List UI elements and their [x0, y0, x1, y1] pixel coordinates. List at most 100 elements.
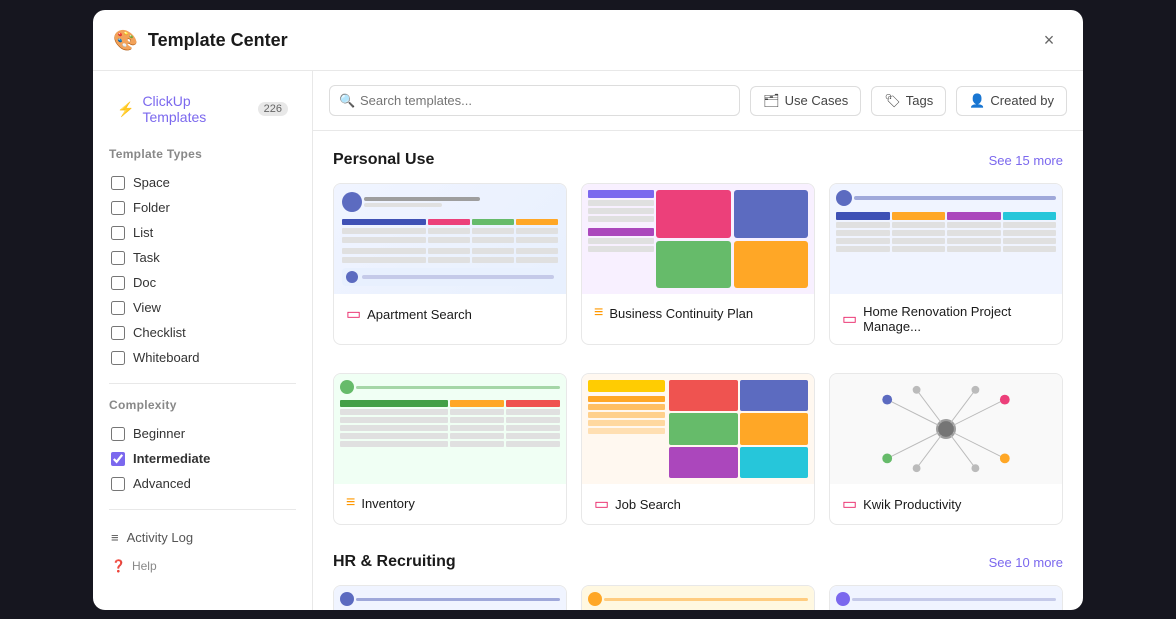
modal-title: Template Center [148, 30, 288, 51]
template-card-inventory[interactable]: ≡ Inventory [333, 373, 567, 525]
checkbox-whiteboard[interactable] [111, 351, 125, 365]
personal-use-row2: ≡ Inventory [333, 373, 1063, 525]
help-icon: ❓ [111, 559, 126, 573]
main-content: 🔍 🗂 Use Cases 🏷 Tags 👤 Created by [313, 71, 1083, 610]
personal-use-row1: ▭ Apartment Search [333, 183, 1063, 345]
use-cases-filter[interactable]: 🗂 Use Cases [750, 86, 861, 116]
template-type-icon-job: ▭ [594, 494, 609, 514]
hr-see-more[interactable]: See 10 more [989, 555, 1063, 570]
templates-scroll[interactable]: Personal Use See 15 more [313, 131, 1083, 610]
template-name-business: Business Continuity Plan [609, 306, 753, 321]
checkbox-complexity-intermediate[interactable] [111, 452, 125, 466]
template-type-icon-business: ≡ [594, 304, 603, 322]
template-card-hr2[interactable] [581, 585, 815, 610]
template-card-job-search[interactable]: ▭ Job Search [581, 373, 815, 525]
complexity-heading: Complexity [109, 398, 296, 412]
template-type-view[interactable]: View [109, 296, 296, 319]
sidebar-divider-2 [109, 509, 296, 510]
checkbox-space[interactable] [111, 176, 125, 190]
hr-section-header: HR & Recruiting See 10 more [333, 553, 1063, 571]
template-type-task[interactable]: Task [109, 246, 296, 269]
template-preview-hr3 [830, 586, 1062, 610]
label-space: Space [133, 175, 170, 190]
modal-body: ⚡ ClickUp Templates 226 Template Types S… [93, 71, 1083, 610]
template-card-home-renovation[interactable]: ▭ Home Renovation Project Manage... [829, 183, 1063, 345]
tags-label: Tags [906, 93, 933, 108]
label-doc: Doc [133, 275, 156, 290]
template-info-inventory: ≡ Inventory [334, 484, 566, 522]
label-complexity-intermediate: Intermediate [133, 451, 210, 466]
activity-log-item[interactable]: ≡ Activity Log [109, 524, 296, 551]
tags-filter[interactable]: 🏷 Tags [871, 86, 946, 116]
template-info-job: ▭ Job Search [582, 484, 814, 524]
modal-logo-icon: 🎨 [113, 28, 138, 53]
checkbox-complexity-beginner[interactable] [111, 427, 125, 441]
template-type-space[interactable]: Space [109, 171, 296, 194]
use-cases-label: Use Cases [785, 93, 849, 108]
checkbox-list[interactable] [111, 226, 125, 240]
search-input[interactable] [329, 85, 740, 116]
personal-use-see-more[interactable]: See 15 more [989, 153, 1063, 168]
template-type-list[interactable]: List [109, 221, 296, 244]
template-preview-business [582, 184, 814, 294]
created-by-label: Created by [990, 93, 1054, 108]
template-preview-inventory [334, 374, 566, 484]
checkbox-complexity-advanced[interactable] [111, 477, 125, 491]
close-button[interactable]: × [1035, 26, 1063, 54]
checkbox-folder[interactable] [111, 201, 125, 215]
template-types-heading: Template Types [109, 147, 296, 161]
template-card-apartment-search[interactable]: ▭ Apartment Search [333, 183, 567, 345]
complexity-beginner[interactable]: Beginner [109, 422, 296, 445]
help-label: Help [132, 559, 157, 573]
template-type-icon-home: ▭ [842, 309, 857, 329]
modal-header: 🎨 Template Center × [93, 10, 1083, 71]
label-whiteboard: Whiteboard [133, 350, 199, 365]
checkbox-view[interactable] [111, 301, 125, 315]
template-type-icon-kwik: ▭ [842, 494, 857, 514]
created-by-filter[interactable]: 👤 Created by [956, 86, 1067, 116]
template-name-inventory: Inventory [361, 496, 414, 511]
label-complexity-advanced: Advanced [133, 476, 191, 491]
clickup-templates-count: 226 [258, 102, 288, 116]
activity-log-label: Activity Log [127, 530, 193, 545]
hr-title: HR & Recruiting [333, 553, 456, 571]
checkbox-task[interactable] [111, 251, 125, 265]
template-type-folder[interactable]: Folder [109, 196, 296, 219]
template-preview-apartment [334, 184, 566, 294]
template-preview-job [582, 374, 814, 484]
template-card-kwik-productivity[interactable]: ▭ Kwik Productivity [829, 373, 1063, 525]
activity-log-icon: ≡ [111, 530, 119, 545]
label-folder: Folder [133, 200, 170, 215]
template-card-hr1[interactable] [333, 585, 567, 610]
sidebar: ⚡ ClickUp Templates 226 Template Types S… [93, 71, 313, 610]
template-preview-hr2 [582, 586, 814, 610]
template-preview-hr1 [334, 586, 566, 610]
template-type-icon-inventory: ≡ [346, 494, 355, 512]
complexity-intermediate[interactable]: Intermediate [109, 447, 296, 470]
tags-icon: 🏷 [884, 93, 901, 109]
search-bar: 🔍 🗂 Use Cases 🏷 Tags 👤 Created by [313, 71, 1083, 131]
template-name-job: Job Search [615, 497, 681, 512]
template-type-checklist[interactable]: Checklist [109, 321, 296, 344]
search-icon: 🔍 [339, 93, 355, 109]
template-types-list: Space Folder ListTask Doc View Checklist White… [109, 171, 296, 369]
checkbox-checklist[interactable] [111, 326, 125, 340]
clickup-templates-item[interactable]: ⚡ ClickUp Templates 226 [109, 87, 296, 131]
template-info-kwik: ▭ Kwik Productivity [830, 484, 1062, 524]
hr-row1 [333, 585, 1063, 610]
template-card-hr3[interactable] [829, 585, 1063, 610]
modal-overlay: 🎨 Template Center × ⚡ ClickUp Templates … [0, 0, 1176, 619]
template-name-apartment: Apartment Search [367, 307, 472, 322]
template-type-doc[interactable]: Doc [109, 271, 296, 294]
template-type-icon-apartment: ▭ [346, 304, 361, 324]
help-item[interactable]: ❓ Help [109, 555, 296, 577]
complexity-advanced[interactable]: Advanced [109, 472, 296, 495]
label-view: View [133, 300, 161, 315]
use-cases-icon: 🗂 [763, 93, 780, 109]
template-card-business-continuity[interactable]: ≡ Business Continuity Plan [581, 183, 815, 345]
checkbox-doc[interactable] [111, 276, 125, 290]
template-center-modal: 🎨 Template Center × ⚡ ClickUp Templates … [93, 10, 1083, 610]
clickup-templates-label: ClickUp Templates [142, 93, 249, 125]
template-name-kwik: Kwik Productivity [863, 497, 961, 512]
template-type-whiteboard[interactable]: Whiteboard [109, 346, 296, 369]
